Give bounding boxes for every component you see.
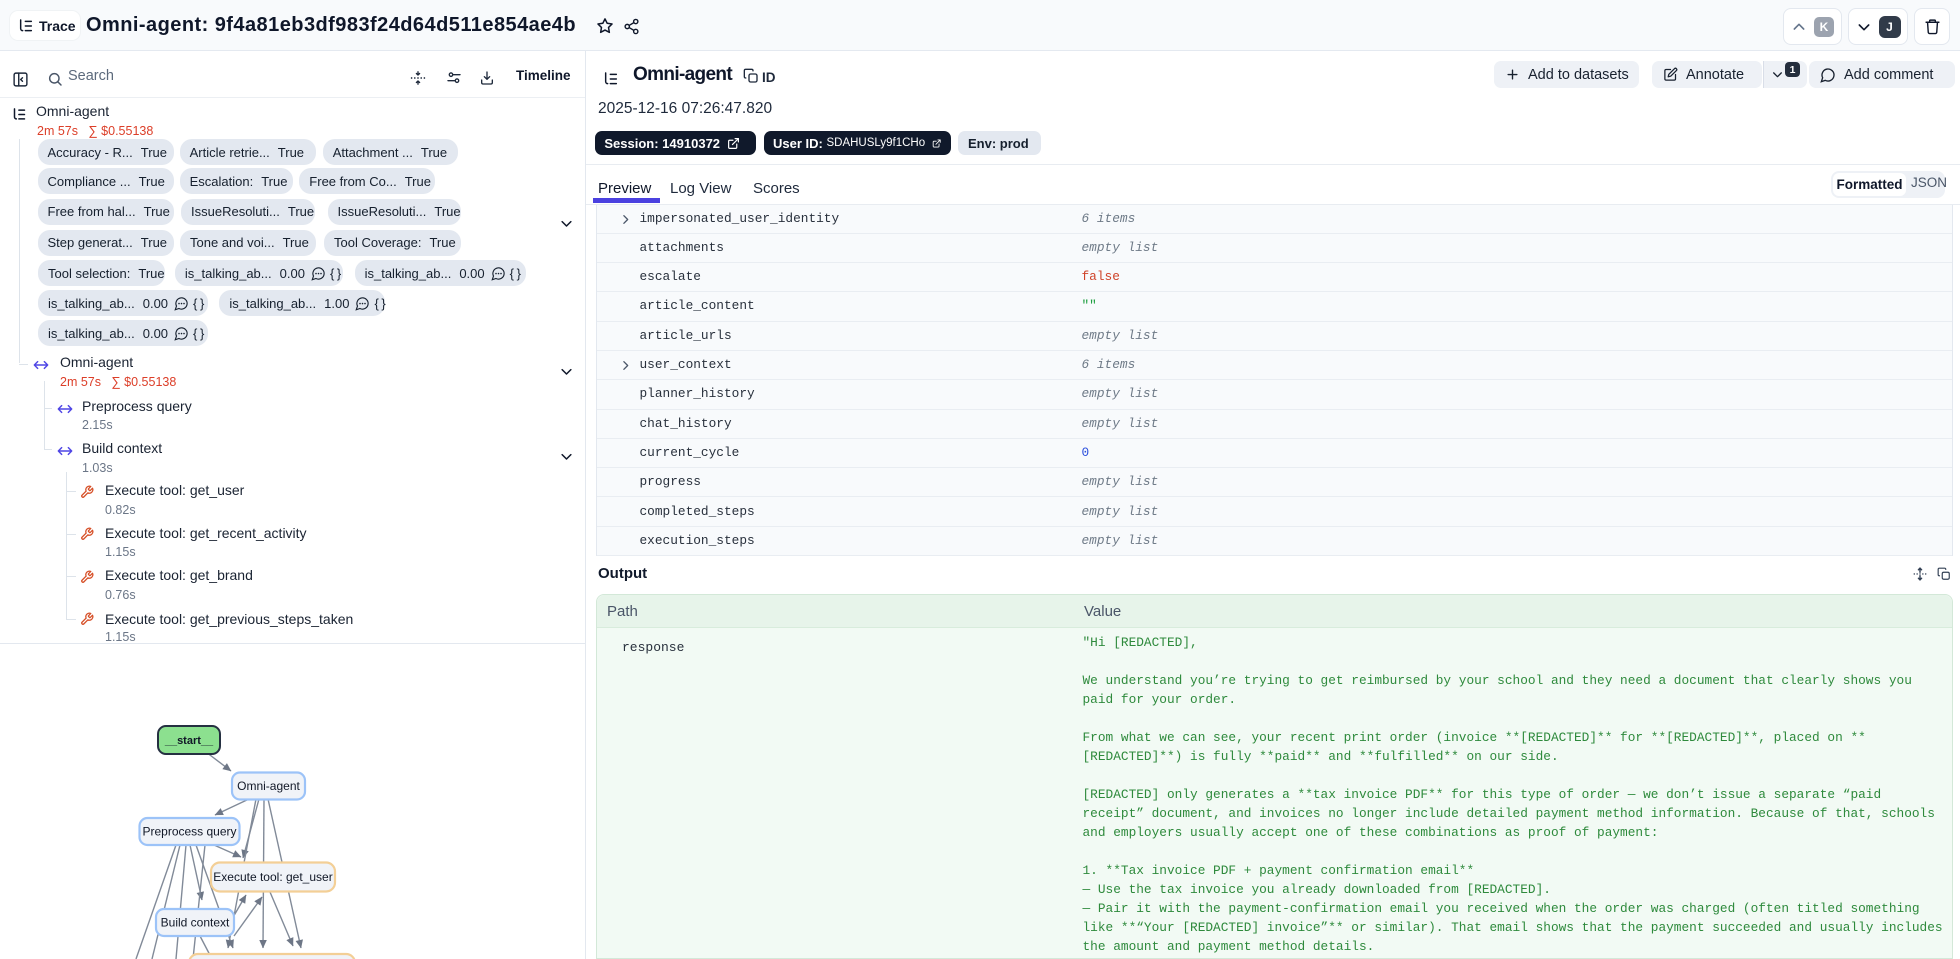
svg-text:Execute tool: get_user: Execute tool: get_user (213, 870, 332, 884)
svg-text:Preprocess query: Preprocess query (142, 825, 236, 839)
svg-text:Build context: Build context (161, 916, 230, 930)
svg-text:Omni-agent: Omni-agent (237, 779, 300, 793)
svg-text:__start__: __start__ (164, 735, 214, 747)
